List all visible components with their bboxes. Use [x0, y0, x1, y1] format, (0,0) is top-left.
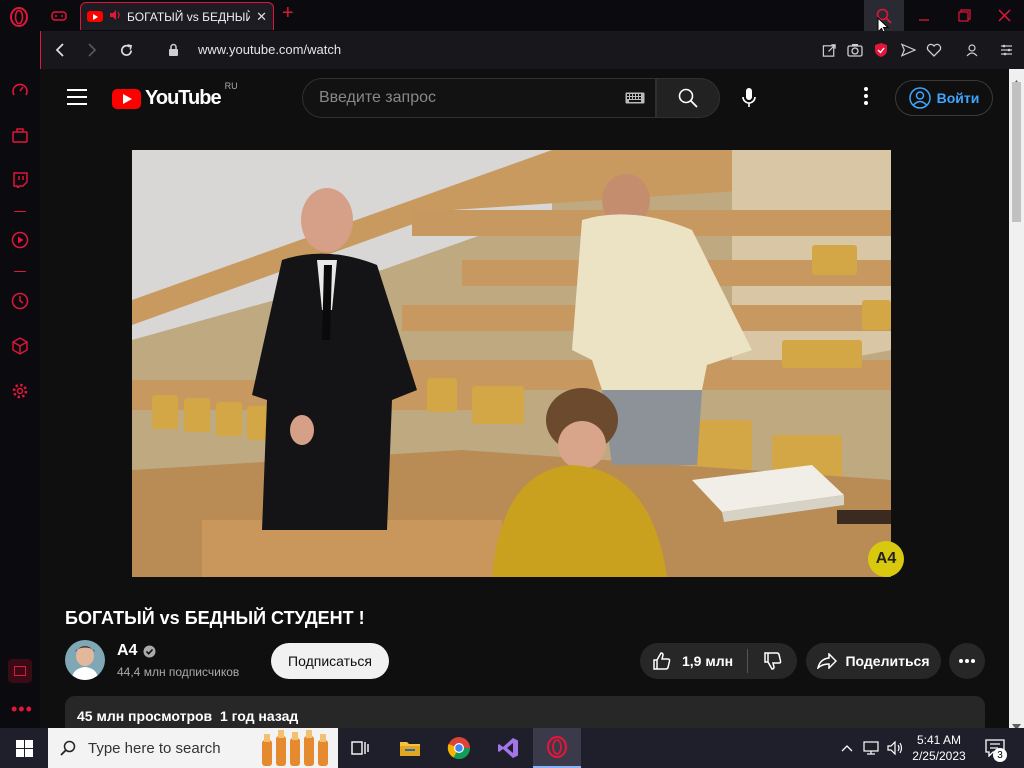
more-actions-button[interactable]	[949, 643, 985, 679]
gx-game-icon[interactable]	[48, 7, 70, 25]
close-window-button[interactable]	[984, 0, 1024, 31]
like-count: 1,9 млн	[682, 653, 734, 669]
scroll-thumb[interactable]	[1012, 82, 1021, 222]
microphone-icon	[742, 88, 756, 108]
notification-badge: 3	[993, 748, 1007, 762]
clock[interactable]: 5:41 AM 2/25/2023	[906, 728, 972, 768]
sign-in-button[interactable]: Войти	[895, 80, 993, 116]
windows-taskbar: Type here to search 5:41 AM 2/25/2023 3	[0, 728, 1024, 768]
account-icon[interactable]	[960, 31, 984, 69]
channel-watermark-logo[interactable]: A4	[868, 541, 904, 577]
sidebar-separator	[14, 211, 26, 212]
search-button[interactable]	[656, 78, 720, 118]
like-dislike-group: 1,9 млн	[640, 643, 797, 679]
search-placeholder: Введите запрос	[319, 89, 436, 106]
send-flow-icon[interactable]	[896, 31, 920, 69]
thumbs-up-icon	[652, 651, 672, 671]
subscribe-button[interactable]: Подписаться	[271, 643, 389, 679]
back-icon[interactable]	[45, 31, 75, 69]
verified-icon	[143, 645, 156, 658]
gx-control-icon[interactable]	[8, 78, 32, 102]
player-icon[interactable]	[8, 228, 32, 252]
hamburger-menu-icon[interactable]	[67, 89, 87, 110]
search-input[interactable]: Введите запрос	[302, 78, 656, 118]
new-tab-button[interactable]: +	[282, 2, 294, 25]
browser-titlebar: БОГАТЫЙ vs БЕДНЫЙ СТУДЕНТ ✕ +	[0, 0, 1024, 35]
youtube-page: YouTube RU Введите запрос Войти A4 БОГАТ…	[41, 69, 1009, 728]
file-explorer-icon[interactable]	[386, 728, 434, 768]
sidebar-more-icon[interactable]: •••	[11, 699, 33, 720]
minimize-button[interactable]	[904, 0, 944, 31]
url-field[interactable]: www.youtube.com/watch	[198, 42, 341, 57]
dislike-button[interactable]	[748, 643, 797, 679]
like-button[interactable]: 1,9 млн	[640, 643, 746, 679]
clock-time: 5:41 AM	[916, 733, 962, 747]
volume-icon[interactable]	[884, 728, 906, 768]
action-center-icon[interactable]: 3	[980, 728, 1010, 768]
opera-menu-icon[interactable]	[8, 6, 30, 28]
thumbs-down-icon	[763, 651, 783, 671]
subscriber-count: 44,4 млн подписчиков	[117, 665, 240, 679]
lock-icon[interactable]	[168, 43, 179, 62]
network-icon[interactable]	[860, 728, 882, 768]
share-button[interactable]: Поделиться	[806, 643, 941, 679]
share-arrow-icon	[817, 653, 838, 669]
taskbar-search-icon	[60, 740, 76, 756]
youtube-logo-icon	[112, 88, 141, 109]
tab-close-icon[interactable]: ✕	[256, 9, 267, 25]
video-frame	[132, 150, 891, 577]
keyboard-icon[interactable]	[625, 92, 645, 104]
snapshot-camera-icon[interactable]	[843, 31, 867, 69]
address-bar: www.youtube.com/watch	[40, 31, 1024, 69]
gx-corner-icon[interactable]	[8, 123, 32, 147]
settings-gear-icon[interactable]	[8, 379, 32, 403]
settings-more-icon[interactable]	[864, 87, 868, 110]
tab-title: БОГАТЫЙ vs БЕДНЫЙ СТУДЕНТ	[127, 9, 251, 24]
clock-date: 2/25/2023	[912, 749, 966, 763]
forward-icon[interactable]	[77, 31, 107, 69]
sign-in-label: Войти	[936, 90, 980, 106]
channel-name-text: A4	[117, 642, 138, 659]
share-label: Поделиться	[845, 653, 930, 669]
audio-playing-icon[interactable]	[109, 9, 121, 24]
youtube-logo-text: YouTube	[145, 87, 222, 109]
bookmark-heart-icon[interactable]	[922, 31, 946, 69]
share-page-icon[interactable]	[817, 31, 841, 69]
video-title: БОГАТЫЙ vs БЕДНЫЙ СТУДЕНТ !	[65, 608, 365, 628]
task-view-icon[interactable]	[336, 728, 384, 768]
extensions-cube-icon[interactable]	[8, 334, 32, 358]
opera-sidebar: •••	[0, 31, 40, 728]
opera-gx-taskbar-icon[interactable]	[533, 728, 581, 768]
restore-button[interactable]	[944, 0, 984, 31]
history-clock-icon[interactable]	[8, 289, 32, 313]
youtube-favicon-icon	[87, 11, 103, 22]
chrome-icon[interactable]	[435, 728, 483, 768]
page-scrollbar[interactable]	[1009, 69, 1024, 730]
user-circle-icon	[908, 87, 931, 109]
taskbar-search-input[interactable]: Type here to search	[48, 728, 338, 768]
twitch-icon[interactable]	[8, 168, 32, 192]
logo-region: RU	[224, 81, 238, 91]
channel-name[interactable]: A4	[117, 642, 156, 660]
adblock-shield-icon[interactable]	[869, 31, 893, 69]
youtube-logo[interactable]: YouTube RU	[112, 81, 238, 110]
search-icon	[678, 88, 698, 108]
voice-search-button[interactable]	[729, 78, 769, 118]
pinned-app-icon[interactable]	[8, 659, 32, 683]
video-player[interactable]	[132, 150, 891, 577]
reload-icon[interactable]	[111, 31, 141, 69]
channel-avatar[interactable]	[65, 640, 105, 680]
taskbar-search-placeholder: Type here to search	[88, 739, 221, 757]
search-highlight-icon	[256, 730, 334, 766]
tab-youtube[interactable]: БОГАТЫЙ vs БЕДНЫЙ СТУДЕНТ ✕	[80, 2, 274, 30]
show-hidden-icons[interactable]	[838, 728, 856, 768]
windows-start-icon[interactable]	[0, 728, 48, 768]
more-horizontal-icon	[959, 659, 975, 663]
sidebar-separator	[14, 271, 26, 272]
easy-setup-icon[interactable]	[994, 31, 1018, 69]
description-box[interactable]: 45 млн просмотров 1 год назад	[65, 696, 985, 728]
view-count-date: 45 млн просмотров 1 год назад	[77, 708, 299, 724]
visual-studio-icon[interactable]	[484, 728, 532, 768]
